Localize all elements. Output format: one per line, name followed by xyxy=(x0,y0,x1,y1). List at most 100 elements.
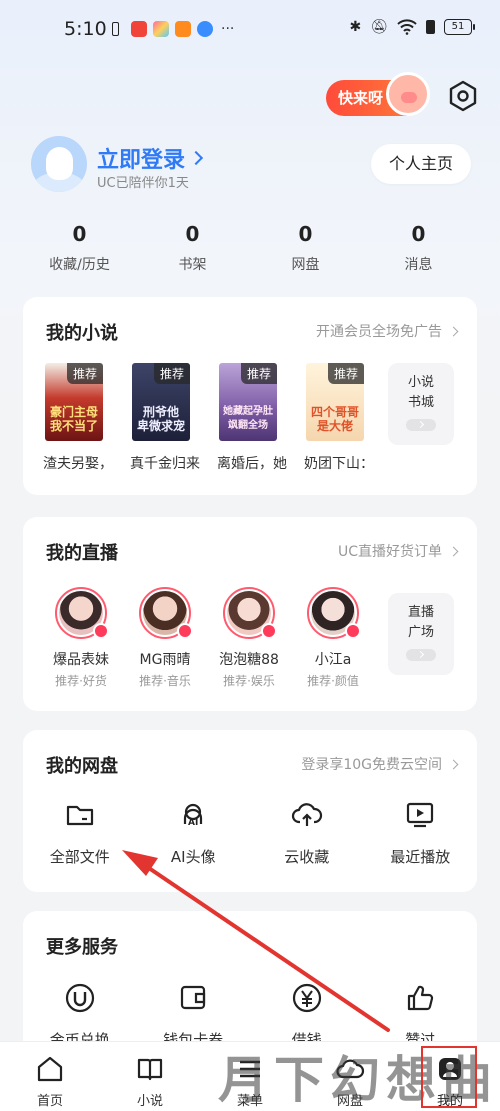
live-indicator-icon xyxy=(93,623,109,639)
stat-label: 收藏/历史 xyxy=(49,257,110,273)
mute-icon: 🔕︎ xyxy=(370,19,388,35)
services-title: 更多服务 xyxy=(46,937,118,958)
vip-link-text: 开通会员全场免广告 xyxy=(316,324,442,340)
stats-row: 0 收藏/历史 0 书架 0 网盘 0 消息 xyxy=(0,222,500,274)
streamer-avatar xyxy=(223,587,277,639)
streamer-item[interactable]: 泡泡糖88 推荐·娱乐 xyxy=(207,587,291,689)
vip-link[interactable]: 开通会员全场免广告 xyxy=(316,321,459,341)
thumbs-up-icon xyxy=(408,985,434,1011)
streamer-tags: 推荐·颜值 xyxy=(307,674,359,688)
ai-avatar-icon: AI xyxy=(184,803,203,828)
avatar[interactable] xyxy=(31,136,87,192)
streamer-tags: 推荐·音乐 xyxy=(139,674,191,688)
stat-label: 书架 xyxy=(178,257,207,273)
bluetooth-icon: ✱ xyxy=(349,19,362,35)
app-icon-colorful xyxy=(153,21,169,37)
live-orders-link[interactable]: UC直播好货订单 xyxy=(337,541,459,561)
stat-messages[interactable]: 0 消息 xyxy=(362,222,475,274)
book-cover: 推荐 豪门主母 我不当了 xyxy=(45,363,103,441)
book-cover: 推荐 四个哥哥 是大佬 xyxy=(306,363,364,441)
stat-bookshelf[interactable]: 0 书架 xyxy=(136,222,249,274)
streamer-avatar xyxy=(55,587,109,639)
live-indicator-icon xyxy=(261,623,277,639)
streamer-tags: 推荐·娱乐 xyxy=(223,674,275,688)
all-files-label: 全部文件 xyxy=(49,848,110,866)
promo-badge[interactable]: 快来呀 xyxy=(326,72,430,116)
all-files-button[interactable]: 全部文件 xyxy=(23,798,137,867)
cloud-login-link[interactable]: 登录享10G免费云空间 xyxy=(301,754,459,774)
novel-store-tile[interactable]: 小说 书城 xyxy=(388,363,454,445)
streamer-item[interactable]: 爆品表妹 推荐·好货 xyxy=(39,587,123,689)
coin-exchange-button[interactable]: 金币兑换 xyxy=(23,981,137,1050)
book-title: 真千金归来 xyxy=(130,456,200,472)
gear-icon[interactable] xyxy=(444,78,482,116)
streamer-item[interactable]: 小江a 推荐·颜值 xyxy=(291,587,375,689)
tile-line: 书城 xyxy=(407,395,434,410)
tile-line: 广场 xyxy=(407,625,434,640)
live-orders-text: UC直播好货订单 xyxy=(337,544,442,560)
recommend-tag: 推荐 xyxy=(240,363,277,384)
recommend-tag: 推荐 xyxy=(153,363,190,384)
book-item[interactable]: 推荐 四个哥哥 是大佬 奶团下山： xyxy=(304,363,391,473)
live-indicator-icon xyxy=(177,623,193,639)
recent-play-button[interactable]: 最近播放 xyxy=(364,798,478,867)
stat-cloud-drive[interactable]: 0 网盘 xyxy=(249,222,362,274)
home-icon xyxy=(37,1056,63,1082)
status-time: 5:10 xyxy=(64,18,107,40)
streamer-avatar xyxy=(307,587,361,639)
book-title: 渣夫另娶， xyxy=(43,456,113,472)
nav-novel[interactable]: 小说 xyxy=(100,1042,200,1111)
cloud-favorites-button[interactable]: 云收藏 xyxy=(250,798,364,867)
login-text: 立即登录 xyxy=(97,148,186,173)
recommend-tag: 推荐 xyxy=(66,363,103,384)
stat-label: 消息 xyxy=(404,257,433,273)
services-card: 更多服务 金币兑换 钱包卡券 借钱 赞过 xyxy=(23,911,477,1061)
login-link[interactable]: 立即登录 xyxy=(97,142,204,174)
status-right-icons: ✱ 🔕︎ 51 xyxy=(349,19,475,35)
streamer-avatar xyxy=(139,587,193,639)
wifi-icon xyxy=(397,19,417,35)
battery-icon: 51 xyxy=(444,19,475,35)
cloud-actions: 全部文件 AI AI头像 云收藏 最近播放 xyxy=(23,798,477,867)
coin-icon xyxy=(65,983,94,1013)
live-card: 我的直播 UC直播好货订单 爆品表妹 推荐·好货 MG雨晴 推荐·音乐 泡泡糖8… xyxy=(23,517,477,711)
cloud-login-text: 登录享10G免费云空间 xyxy=(301,757,442,773)
chevron-right-icon xyxy=(406,419,436,431)
streamer-list: 爆品表妹 推荐·好货 MG雨晴 推荐·音乐 泡泡糖88 推荐·娱乐 小江a 推荐… xyxy=(39,587,375,689)
streamer-item[interactable]: MG雨晴 推荐·音乐 xyxy=(123,587,207,689)
more-notifications-icon: ··· xyxy=(221,21,235,37)
live-plaza-tile[interactable]: 直播 广场 xyxy=(388,593,454,675)
yuan-icon xyxy=(292,983,321,1013)
app-icon-red xyxy=(131,21,147,37)
cloud-favorites-label: 云收藏 xyxy=(284,848,330,866)
book-cover: 推荐 她藏起孕肚 飒翻全场 xyxy=(219,363,277,441)
ai-avatar-button[interactable]: AI AI头像 xyxy=(137,798,251,867)
live-title: 我的直播 xyxy=(46,543,118,564)
live-indicator-icon xyxy=(345,623,361,639)
stat-value: 0 xyxy=(411,222,426,246)
stat-favorites-history[interactable]: 0 收藏/历史 xyxy=(23,222,136,274)
nav-home[interactable]: 首页 xyxy=(0,1042,100,1111)
novels-title: 我的小说 xyxy=(46,323,118,344)
book-icon xyxy=(137,1058,163,1081)
recommend-tag: 推荐 xyxy=(327,363,364,384)
book-item[interactable]: 推荐 刑爷他 卑微求宠 真千金归来 xyxy=(130,363,217,473)
book-item[interactable]: 推荐 她藏起孕肚 飒翻全场 离婚后，她 xyxy=(217,363,304,473)
folder-icon xyxy=(66,805,93,826)
cover-title: 四个哥哥 是大佬 xyxy=(310,405,359,433)
streamer-tags: 推荐·好货 xyxy=(55,674,107,688)
promo-text: 快来呀 xyxy=(338,89,384,107)
cover-title: 刑爷他 卑微求宠 xyxy=(136,405,185,433)
stat-value: 0 xyxy=(298,222,313,246)
video-play-icon xyxy=(407,802,434,828)
personal-home-button[interactable]: 个人主页 xyxy=(371,144,471,184)
login-subtitle: UC已陪伴你1天 xyxy=(97,176,189,191)
sim-alert-icon xyxy=(112,22,119,36)
highlight-box xyxy=(421,1046,477,1108)
book-item[interactable]: 推荐 豪门主母 我不当了 渣夫另娶， xyxy=(43,363,130,473)
svg-text:AI: AI xyxy=(188,818,198,828)
novels-card: 我的小说 开通会员全场免广告 推荐 豪门主母 我不当了 渣夫另娶， 推荐 刑爷他… xyxy=(23,297,477,495)
nav-home-label: 首页 xyxy=(36,1094,63,1109)
status-bar: 5:10 ··· ✱ 🔕︎ 51 xyxy=(0,0,500,60)
pig-mascot-icon xyxy=(386,72,430,116)
